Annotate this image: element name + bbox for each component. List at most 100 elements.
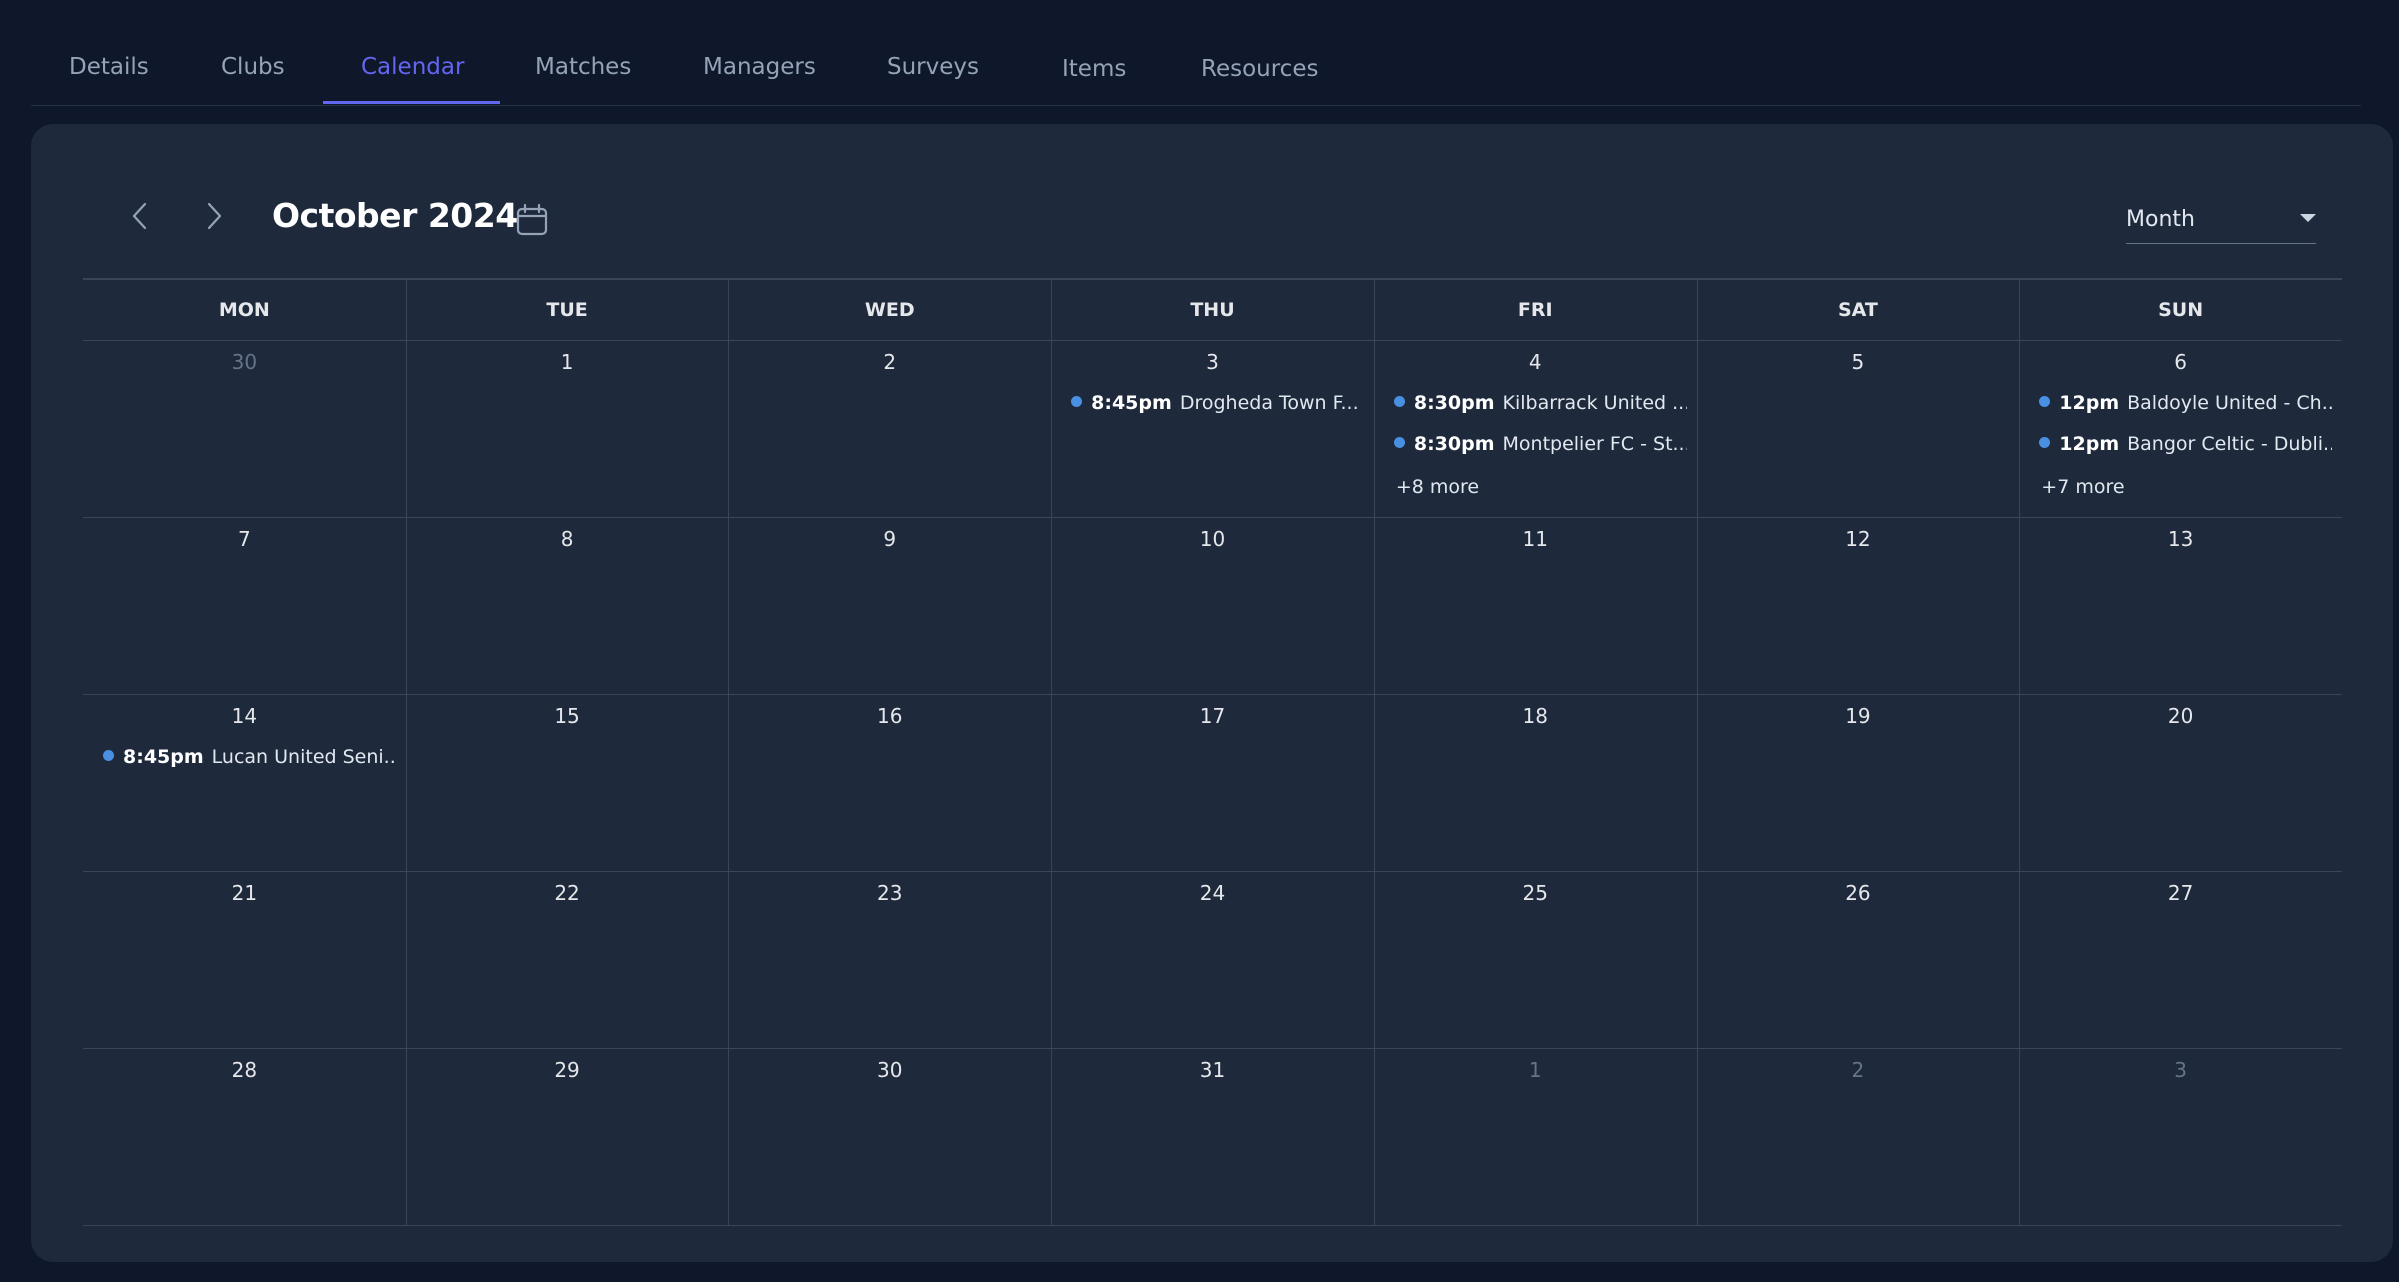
day-number: 16	[877, 704, 903, 728]
tab-clubs[interactable]: Clubs	[221, 54, 285, 80]
day-cell[interactable]: 23	[728, 871, 1051, 1048]
day-cell[interactable]: 1	[406, 340, 729, 517]
month-title: October 2024	[272, 196, 518, 235]
day-number: 26	[1845, 881, 1871, 905]
day-cell[interactable]: 13	[2019, 517, 2342, 694]
day-number: 1	[1528, 1058, 1542, 1082]
day-cell[interactable]: 2	[728, 340, 1051, 517]
date-picker-button[interactable]	[515, 203, 549, 237]
day-cell[interactable]: 5	[1697, 340, 2020, 517]
tab-matches[interactable]: Matches	[535, 54, 631, 80]
day-cell[interactable]: 12	[1697, 517, 2020, 694]
day-number: 22	[554, 881, 580, 905]
day-cell[interactable]: 3	[2019, 1048, 2342, 1225]
day-cell[interactable]: 22	[406, 871, 729, 1048]
day-cell[interactable]: 17	[1051, 694, 1374, 871]
event-title: Baldoyle United - Ch...	[2127, 392, 2332, 414]
day-cell[interactable]: 6 12pm Baldoyle United - Ch... 12pm Bangor C…	[2019, 340, 2342, 517]
event-dot	[2039, 396, 2051, 407]
day-cell[interactable]: 3 8:45pm Drogheda Town F...	[1051, 340, 1374, 517]
day-number: 9	[883, 527, 897, 551]
event-title: Kilbarrack United ...	[1502, 392, 1687, 414]
prev-month-button[interactable]	[125, 198, 155, 234]
day-number: 10	[1199, 527, 1226, 551]
day-cell[interactable]: 15	[406, 694, 729, 871]
day-cell[interactable]: 9	[728, 517, 1051, 694]
more-events-link[interactable]: +7 more	[2041, 476, 2124, 498]
day-cell[interactable]: 7	[83, 517, 406, 694]
day-number: 21	[231, 881, 258, 905]
weekday-header: SAT	[1837, 299, 1878, 321]
day-number: 30	[877, 1058, 903, 1082]
tab-bar: Details Clubs Calendar Matches Managers …	[31, 34, 2361, 106]
weekday-header: FRI	[1517, 299, 1553, 321]
day-number: 6	[2174, 350, 2187, 374]
event-dot	[103, 750, 114, 761]
calendar-event[interactable]: 8:45pm Drogheda Town F...	[1071, 388, 1364, 418]
day-cell[interactable]: 31	[1051, 1048, 1374, 1225]
day-number: 3	[1206, 350, 1219, 374]
calendar-event[interactable]: 12pm Baldoyle United - Ch...	[2039, 388, 2332, 418]
day-number: 11	[1522, 527, 1548, 551]
event-time: 8:45pm	[1091, 392, 1172, 414]
view-select-value: Month	[2126, 207, 2195, 232]
day-number: 7	[237, 527, 251, 551]
day-cell[interactable]: 10	[1051, 517, 1374, 694]
calendar-event[interactable]: 8:30pm Kilbarrack United ...	[1393, 388, 1687, 418]
next-month-button[interactable]	[199, 198, 229, 234]
grid-row-divider	[83, 1225, 2342, 1226]
tab-resources[interactable]: Resources	[1201, 56, 1318, 82]
calendar-event[interactable]: 8:30pm Montpelier FC - St...	[1393, 429, 1687, 459]
tab-items[interactable]: Items	[1062, 56, 1126, 82]
caret-down-icon	[2300, 214, 2316, 222]
event-dot	[2039, 437, 2051, 448]
event-time: 8:45pm	[123, 746, 204, 768]
day-cell[interactable]: 24	[1051, 871, 1374, 1048]
day-number: 15	[554, 704, 580, 728]
calendar-event[interactable]: 8:45pm Lucan United Seni...	[103, 742, 396, 772]
event-title: Montpelier FC - St...	[1502, 433, 1687, 455]
day-cell[interactable]: 25	[1374, 871, 1697, 1048]
month-grid: MON TUE WED THU FRI SAT SUN 30 1 2 3 8:45pm Drogheda…	[83, 278, 2342, 1226]
day-number: 28	[231, 1058, 258, 1082]
day-cell[interactable]: 29	[406, 1048, 729, 1225]
day-cell[interactable]: 30	[728, 1048, 1051, 1225]
day-number: 24	[1199, 881, 1226, 905]
event-title: Bangor Celtic - Dubli...	[2127, 433, 2332, 455]
weekday-header: THU	[1190, 299, 1235, 321]
day-number: 18	[1522, 704, 1548, 728]
day-cell[interactable]: 2	[1697, 1048, 2020, 1225]
day-number: 17	[1199, 704, 1226, 728]
weekday-header: SUN	[2158, 299, 2204, 321]
day-cell[interactable]: 4 8:30pm Kilbarrack United ... 8:30pm Montpe…	[1374, 340, 1697, 517]
tab-managers[interactable]: Managers	[703, 54, 816, 80]
event-dot	[1393, 396, 1405, 407]
event-dot	[1071, 396, 1083, 407]
tab-details[interactable]: Details	[69, 54, 149, 80]
tab-surveys[interactable]: Surveys	[887, 54, 979, 80]
day-cell[interactable]: 1	[1374, 1048, 1697, 1225]
day-cell[interactable]: 30	[83, 340, 406, 517]
day-cell[interactable]: 14 8:45pm Lucan United Seni...	[83, 694, 406, 871]
day-number: 23	[877, 881, 903, 905]
chevron-right-icon	[207, 202, 222, 230]
more-events-link[interactable]: +8 more	[1396, 476, 1479, 498]
day-number: 5	[1851, 350, 1865, 374]
day-number: 25	[1522, 881, 1548, 905]
day-cell[interactable]: 27	[2019, 871, 2342, 1048]
day-number: 29	[554, 1058, 580, 1082]
weekday-header: TUE	[546, 299, 588, 321]
calendar-event[interactable]: 12pm Bangor Celtic - Dubli...	[2039, 429, 2332, 459]
day-cell[interactable]: 8	[406, 517, 729, 694]
day-cell[interactable]: 11	[1374, 517, 1697, 694]
day-cell[interactable]: 19	[1697, 694, 2020, 871]
day-number: 13	[2167, 527, 2194, 551]
day-cell[interactable]: 21	[83, 871, 406, 1048]
day-cell[interactable]: 18	[1374, 694, 1697, 871]
day-cell[interactable]: 16	[728, 694, 1051, 871]
view-select[interactable]: Month	[2126, 200, 2316, 244]
day-cell[interactable]: 26	[1697, 871, 2020, 1048]
day-cell[interactable]: 28	[83, 1048, 406, 1225]
tab-calendar[interactable]: Calendar	[361, 54, 464, 80]
day-cell[interactable]: 20	[2019, 694, 2342, 871]
